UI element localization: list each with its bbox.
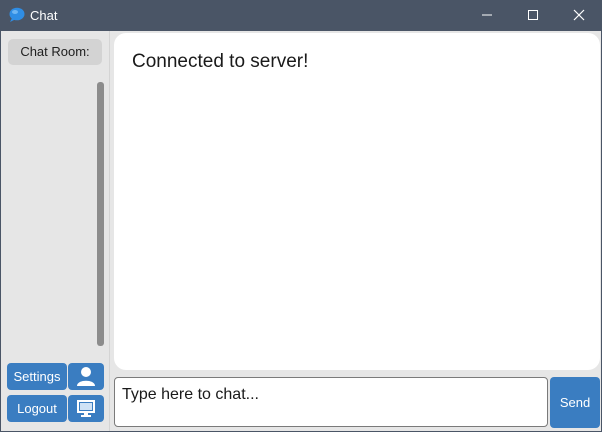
user-icon	[77, 367, 95, 386]
sidebar-divider	[109, 31, 110, 431]
window-client-area: Chat Room: Settings Logout Connected to …	[1, 31, 601, 431]
profile-button[interactable]	[68, 363, 104, 390]
monitor-icon	[77, 400, 95, 417]
send-button[interactable]: Send	[550, 377, 600, 428]
close-icon	[573, 9, 585, 21]
chat-room-label: Chat Room:	[8, 39, 102, 65]
sidebar: Chat Room: Settings Logout	[1, 31, 109, 431]
maximize-icon	[528, 10, 538, 20]
maximize-button[interactable]	[510, 0, 556, 31]
title-bar: Chat	[0, 0, 602, 31]
minimize-icon	[482, 14, 492, 16]
window-title: Chat	[30, 8, 58, 23]
chat-bubble-icon	[8, 7, 25, 23]
room-list-scrollbar[interactable]	[97, 82, 104, 346]
chat-input[interactable]: Type here to chat...	[114, 377, 548, 427]
server-button[interactable]	[68, 395, 104, 422]
chat-message: Connected to server!	[132, 51, 309, 72]
settings-button[interactable]: Settings	[7, 363, 67, 390]
minimize-button[interactable]	[464, 0, 510, 31]
close-button[interactable]	[556, 0, 602, 31]
chat-messages-area: Connected to server!	[114, 33, 600, 370]
logout-button[interactable]: Logout	[7, 395, 67, 422]
